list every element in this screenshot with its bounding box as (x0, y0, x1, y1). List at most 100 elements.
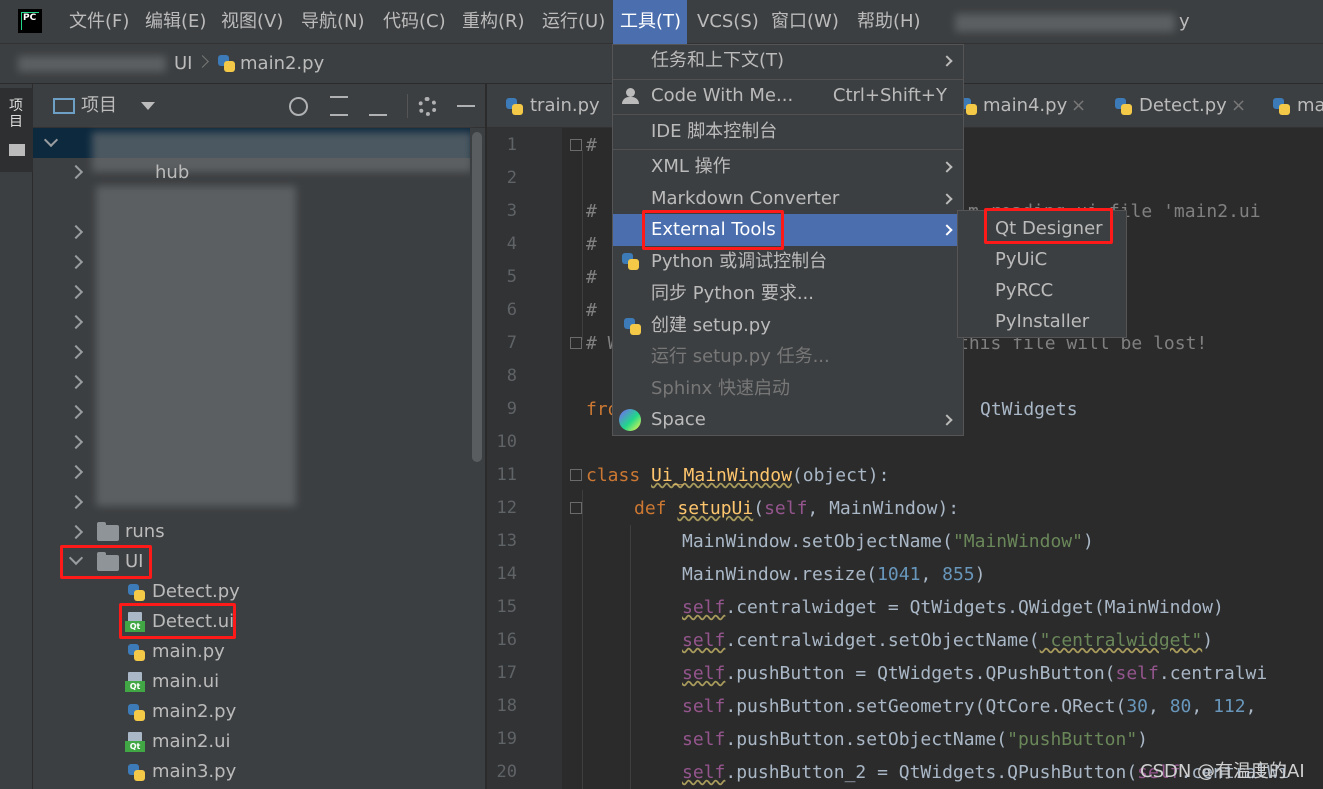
line-number: 18 (496, 696, 517, 716)
project-scrollbar[interactable] (470, 128, 484, 789)
menu-edit[interactable]: 编辑(E) (138, 0, 213, 44)
code-line-18[interactable]: self.pushButton.setGeometry(QtCore.QRect… (682, 690, 1256, 723)
fold-marker-icon[interactable] (570, 337, 582, 349)
tab-main4-py[interactable]: main4.py (983, 84, 1067, 128)
menu-item-space[interactable]: Space (613, 404, 963, 436)
tree-file-main3-py[interactable]: main3.py (152, 757, 236, 787)
collapse-all-icon[interactable] (369, 96, 387, 116)
chevron-right-icon (941, 414, 953, 426)
code-line-3a[interactable]: # (586, 195, 608, 228)
chevron-right-icon (941, 224, 953, 236)
tree-partial-label: hub (155, 162, 190, 183)
tab-detect-py[interactable]: Detect.py (1139, 84, 1227, 128)
python-file-icon (127, 763, 146, 782)
breadcrumb-ui[interactable]: UI (174, 44, 192, 84)
breadcrumb-file[interactable]: main2.py (240, 44, 324, 84)
submenu-item-pyuic[interactable]: PyUiC (958, 244, 1126, 276)
code-line-14[interactable]: MainWindow.resize(1041, 855) (682, 558, 985, 591)
line-number: 3 (506, 201, 517, 221)
fold-marker-icon[interactable] (570, 139, 582, 151)
tree-file-main-py[interactable]: main.py (152, 637, 225, 667)
line-number: 4 (506, 234, 517, 254)
annotation-box-ui-folder (60, 545, 152, 579)
tree-file-main2-py[interactable]: main2.py (152, 697, 236, 727)
python-file-icon (127, 583, 146, 602)
menu-item-code-with-me[interactable]: Code With Me... Ctrl+Shift+Y (613, 80, 963, 112)
locate-icon[interactable] (289, 97, 308, 116)
line-number: 9 (506, 399, 517, 419)
menu-help[interactable]: 帮助(H) (850, 0, 928, 44)
close-icon[interactable]: × (1231, 84, 1246, 128)
line-number: 2 (506, 168, 517, 188)
menu-window[interactable]: 窗口(W) (764, 0, 846, 44)
code-line-11[interactable]: class Ui_MainWindow(object): (586, 459, 889, 492)
tree-file-main-ui[interactable]: main.ui (152, 667, 219, 697)
tab-train-py[interactable]: train.py (530, 84, 600, 128)
menu-item-python-console[interactable]: Python 或调试控制台 (613, 246, 963, 278)
qt-ui-file-icon: Qt (125, 732, 145, 752)
code-line-12[interactable]: def setupUi(self, MainWindow): (634, 492, 959, 525)
code-line-1[interactable]: # (586, 129, 597, 162)
menu-tools[interactable]: 工具(T) (613, 0, 687, 44)
menu-refactor[interactable]: 重构(R) (455, 0, 532, 44)
line-number: 20 (496, 762, 517, 782)
line-number: 1 (506, 135, 517, 155)
chevron-right-icon (941, 55, 953, 67)
submenu-item-pyrcc[interactable]: PyRCC (958, 275, 1126, 307)
annotation-box-external-tools (642, 210, 784, 250)
tree-file-main2-ui[interactable]: main2.ui (152, 727, 231, 757)
menu-item-ide-script-console[interactable]: IDE 脚本控制台 (613, 116, 963, 148)
line-number: 19 (496, 729, 517, 749)
indent-guide (582, 150, 583, 340)
chevron-down-icon[interactable] (141, 102, 155, 110)
project-tool-tab[interactable]: 项目 (0, 88, 33, 172)
tab-partial[interactable]: ma (1297, 84, 1323, 128)
menu-file[interactable]: 文件(F) (62, 0, 136, 44)
submenu-item-pyinstaller[interactable]: PyInstaller (958, 306, 1126, 338)
window-title-redacted (955, 14, 1175, 32)
menu-item-create-setup-py[interactable]: 创建 setup.py (613, 310, 963, 342)
expand-all-icon[interactable] (330, 96, 348, 116)
line-number: 17 (496, 663, 517, 683)
python-file-icon (505, 97, 524, 116)
breadcrumb-redacted (18, 56, 166, 72)
minimize-icon[interactable] (457, 105, 475, 107)
menu-code[interactable]: 代码(C) (376, 0, 453, 44)
close-icon[interactable]: × (1071, 84, 1086, 128)
python-icon (621, 252, 640, 271)
tree-folder-runs[interactable]: runs (125, 517, 165, 547)
menu-separator (613, 149, 963, 150)
project-view-icon (53, 98, 75, 114)
project-panel-title[interactable]: 项目 (81, 84, 117, 128)
code-line-15[interactable]: self.centralwidget = QtWidgets.QWidget(M… (682, 591, 1224, 624)
menu-item-tasks-contexts[interactable]: 任务和上下文(T) (613, 45, 963, 77)
menu-vcs[interactable]: VCS(S) (690, 0, 766, 44)
fold-marker-icon[interactable] (570, 502, 582, 514)
line-number: 6 (506, 300, 517, 320)
code-line-17[interactable]: self.pushButton = QtWidgets.QPushButton(… (682, 657, 1267, 690)
python-file-icon (127, 703, 146, 722)
line-number: 16 (496, 630, 517, 650)
python-file-icon (1272, 97, 1291, 116)
chevron-right-icon (941, 193, 953, 205)
user-icon (621, 88, 641, 104)
gear-icon[interactable] (418, 97, 437, 116)
code-line-9b[interactable]: QtWidgets (980, 393, 1078, 426)
scrollbar-thumb[interactable] (472, 132, 482, 462)
project-panel-header: 项目 (33, 84, 485, 128)
code-line-6[interactable]: # (586, 294, 597, 327)
menu-run[interactable]: 运行(U) (535, 0, 612, 44)
menu-navigate[interactable]: 导航(N) (294, 0, 372, 44)
qt-ui-file-icon: Qt (125, 672, 145, 692)
code-line-4[interactable]: # (586, 228, 597, 261)
code-line-13[interactable]: MainWindow.setObjectName("MainWindow") (682, 525, 1094, 558)
menu-item-sync-python-requirements[interactable]: 同步 Python 要求... (613, 278, 963, 310)
menu-item-xml-actions[interactable]: XML 操作 (613, 151, 963, 183)
menu-view[interactable]: 视图(V) (214, 0, 290, 44)
fold-marker-icon[interactable] (570, 469, 582, 481)
code-line-19[interactable]: self.pushButton.setObjectName("pushButto… (682, 723, 1148, 756)
python-file-icon (127, 643, 146, 662)
code-line-5[interactable]: # (586, 261, 608, 294)
code-line-16[interactable]: self.centralwidget.setObjectName("centra… (682, 624, 1213, 657)
collapse-arrow-icon[interactable] (43, 132, 59, 148)
